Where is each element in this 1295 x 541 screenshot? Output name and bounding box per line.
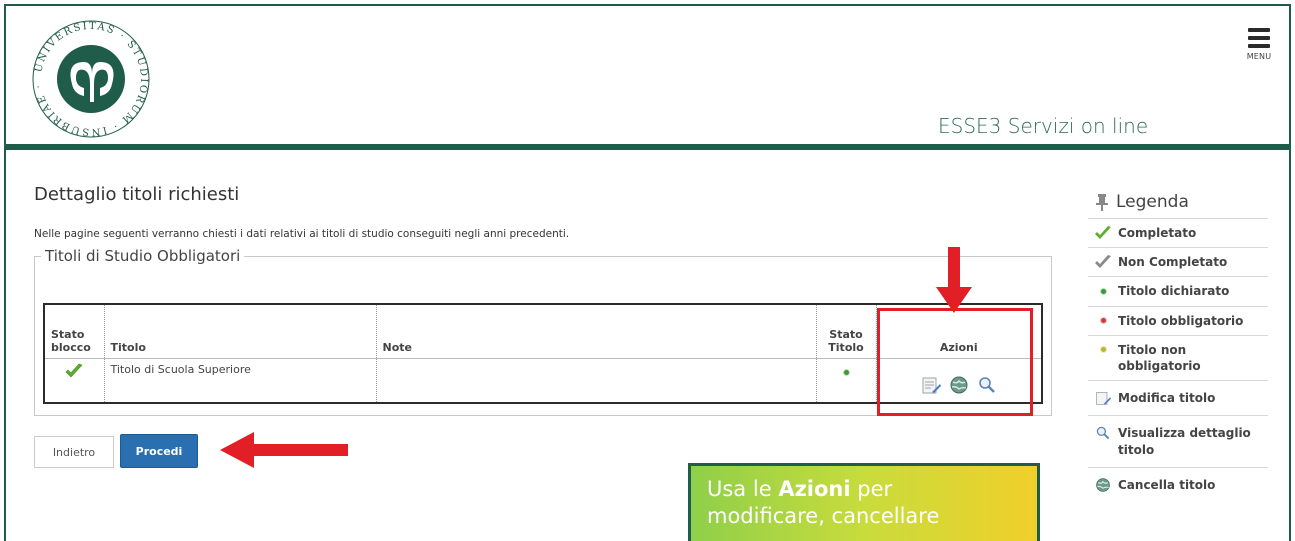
- hamburger-bar: [1248, 44, 1270, 48]
- legend-item-label: Modifica titolo: [1118, 391, 1216, 406]
- legend-item-visualizza-dettaglio: Visualizza dettaglio titolo: [1088, 415, 1268, 466]
- magnifier-icon: [1094, 425, 1112, 441]
- legend-item-modifica-titolo: Modifica titolo: [1088, 380, 1268, 415]
- university-logo: UNIVERSITAS · STUDIORUM · INSUBRIAE ·: [32, 20, 150, 138]
- red-dot-icon: [1094, 313, 1112, 329]
- header: UNIVERSITAS · STUDIORUM · INSUBRIAE · ME…: [6, 6, 1289, 150]
- hamburger-icon: [1248, 28, 1270, 32]
- col-header-text: Stato: [51, 327, 85, 341]
- legend-item-label: Titolo non obbligatorio: [1118, 342, 1201, 373]
- cell-note: [376, 358, 817, 403]
- col-note: Note: [376, 304, 817, 359]
- tip-suffix: per: [857, 477, 893, 501]
- col-header-text: Titolo: [828, 340, 864, 354]
- menu-button[interactable]: MENU: [1242, 24, 1276, 70]
- cell-titolo: Titolo di Scuola Superiore: [104, 358, 377, 403]
- fieldset-legend: Titoli di Studio Obbligatori: [41, 247, 245, 265]
- grey-check-icon: [1094, 254, 1112, 270]
- green-check-icon: [1094, 225, 1112, 241]
- legend-item-label: Cancella titolo: [1118, 477, 1216, 492]
- menu-label: MENU: [1246, 52, 1272, 61]
- legend-item-label: Visualizza dettaglio titolo: [1118, 426, 1251, 457]
- green-dot-icon: [842, 368, 850, 376]
- cell-stato-blocco: [44, 358, 105, 403]
- back-button[interactable]: Indietro: [34, 436, 114, 468]
- legend-item-label: Completato: [1118, 226, 1197, 240]
- legend-item-titolo-obbligatorio: Titolo obbligatorio: [1088, 305, 1268, 335]
- col-header-text: Stato: [829, 327, 863, 341]
- legend-item-label: Titolo obbligatorio: [1118, 313, 1244, 328]
- legend-header: Legenda: [1088, 190, 1268, 218]
- tip-line2: modificare, cancellare: [707, 504, 940, 529]
- legend-item-titolo-dichiarato: Titolo dichiarato: [1088, 276, 1268, 305]
- legend-item-label: Titolo dichiarato: [1118, 284, 1230, 299]
- col-stato-titolo: Stato Titolo: [816, 304, 877, 359]
- legend-item-label: Non Completato: [1118, 255, 1228, 270]
- legend-item-cancella-titolo: Cancella titolo: [1088, 466, 1268, 502]
- red-arrow-down-icon: [936, 247, 972, 313]
- azioni-tip-callout: Usa le Azioni per modificare, cancellare: [688, 463, 1040, 541]
- page-title: Dettaglio titoli richiesti: [34, 184, 240, 205]
- green-check-icon: [65, 363, 83, 377]
- green-dot-icon: [1094, 283, 1112, 299]
- legend-item-completato: Completato: [1088, 218, 1268, 247]
- yellow-dot-icon: [1094, 342, 1112, 358]
- edit-icon: [1094, 390, 1112, 406]
- legend-title: Legenda: [1116, 192, 1189, 212]
- globe-delete-icon: [1094, 477, 1112, 493]
- col-header-text: blocco: [51, 340, 91, 354]
- tip-bold: Azioni: [778, 477, 851, 501]
- site-title: ESSE3 Servizi on line: [938, 114, 1149, 138]
- cell-stato-titolo: [816, 358, 877, 403]
- col-stato-blocco: Stato blocco: [44, 304, 105, 359]
- azioni-highlight-box: [877, 308, 1033, 416]
- pin-icon: [1096, 194, 1108, 211]
- legend-item-titolo-non-obbligatorio: Titolo non obbligatorio: [1088, 334, 1268, 380]
- legend-sidebar: Legenda Completato Non Completato Titolo…: [1088, 190, 1268, 502]
- col-titolo: Titolo: [104, 304, 377, 359]
- red-arrow-left-icon: [220, 432, 348, 468]
- legend-item-non-completato: Non Completato: [1088, 247, 1268, 276]
- tip-prefix: Usa le: [707, 477, 772, 501]
- proceed-button[interactable]: Procedi: [120, 434, 198, 468]
- hamburger-bar: [1248, 36, 1270, 40]
- intro-text: Nelle pagine seguenti verranno chiesti i…: [34, 228, 570, 240]
